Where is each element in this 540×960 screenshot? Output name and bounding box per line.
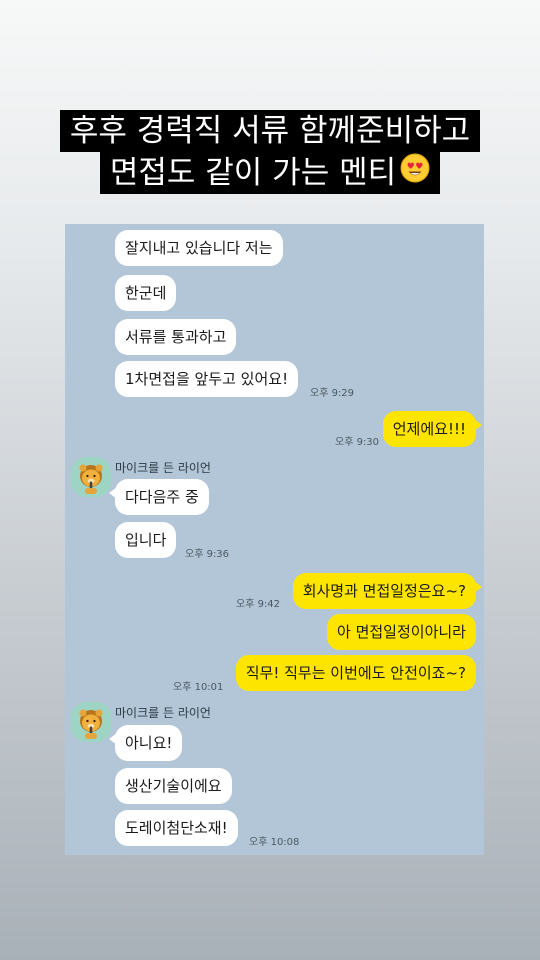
incoming-message: 도레이첨단소재! [115,810,238,846]
incoming-message: 입니다 [115,522,177,558]
incoming-message: 다다음주 중 [109,479,209,515]
outgoing-message: 언제에요!!! [382,411,483,447]
incoming-message: 생산기술이에요 [115,768,232,804]
story-caption: 후후 경력직 서류 함께준비하고 면접도 같이 가는 멘티 [0,110,540,194]
message-time: 오후 10:08 [249,837,300,848]
avatar [71,702,111,742]
lion-character-icon [79,709,103,739]
caption-line-2: 면접도 같이 가는 멘티 [99,152,441,194]
caption-line-1: 후후 경력직 서류 함께준비하고 [59,110,481,152]
message-time: 오후 9:29 [310,388,355,399]
message-time: 오후 9:36 [185,549,230,560]
outgoing-message: 회사명과 면접일정은요~? [292,573,483,609]
smiling-face-heart-eyes-icon [400,152,430,194]
lion-character-icon [79,464,103,494]
incoming-message: 한군데 [115,275,177,311]
sender-name: 마이크를 든 라이언 [115,461,211,475]
incoming-message: 1차면접을 앞두고 있어요! [115,361,299,397]
outgoing-message: 아 면접일정이아니라 [327,614,476,650]
incoming-message: 잘지내고 있습니다 저는 [115,230,283,266]
message-time: 오후 10:01 [173,682,224,693]
chat-screenshot: 잘지내고 있습니다 저는 한군데 서류를 통과하고 1차면접을 앞두고 있어요!… [65,224,484,855]
message-time: 오후 9:42 [236,599,281,610]
incoming-message: 아니요! [108,725,183,761]
avatar [71,457,111,497]
caption-line-2-text: 면접도 같이 가는 멘티 [109,155,397,191]
incoming-message: 서류를 통과하고 [115,319,237,355]
message-time: 오후 9:30 [335,437,380,448]
sender-name: 마이크를 든 라이언 [115,706,211,720]
outgoing-message: 직무! 직무는 이번에도 안전이죠~? [235,655,476,691]
